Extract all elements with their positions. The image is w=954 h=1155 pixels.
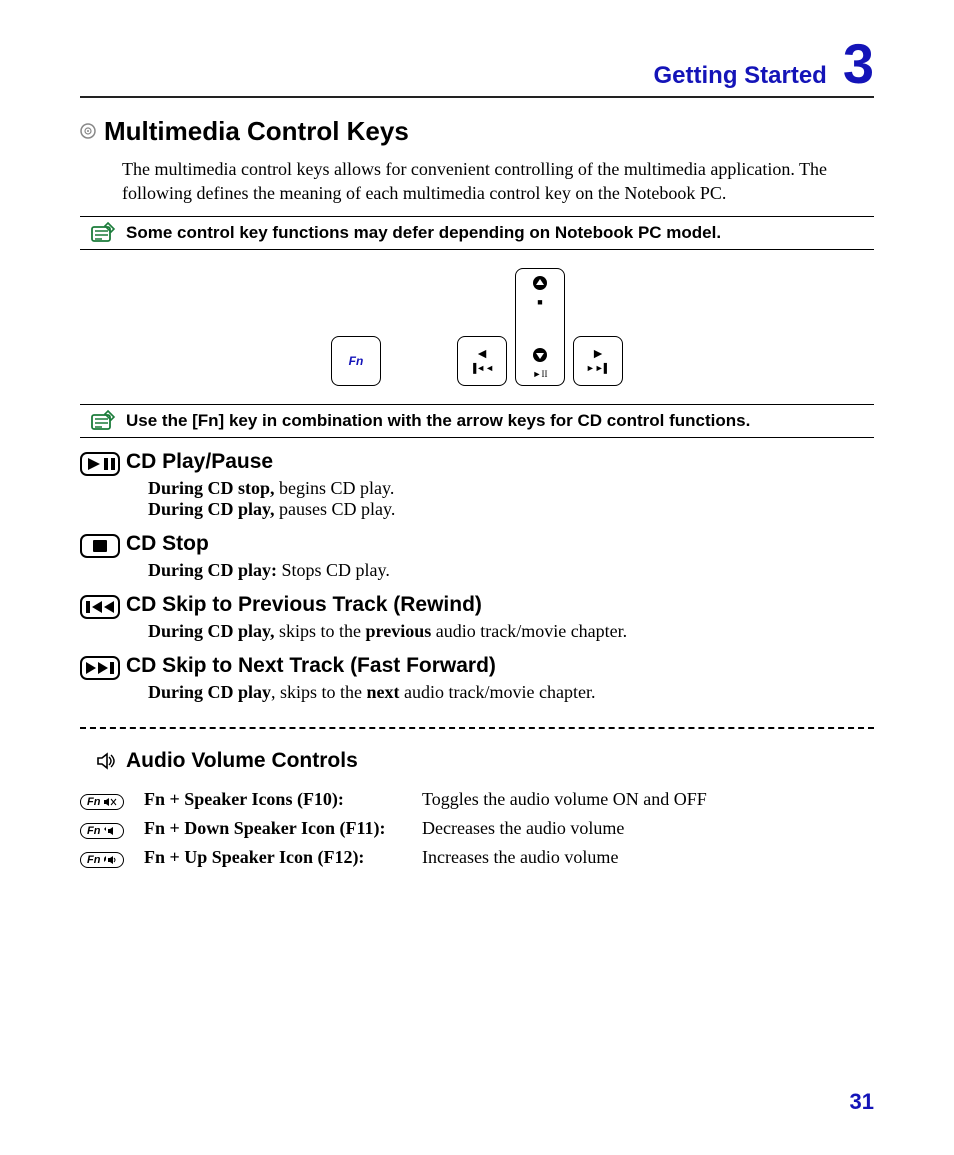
feature-stop-desc: During CD play: Stops CD play. (148, 560, 874, 581)
feature-next: CD Skip to Next Track (Fast Forward) Dur… (80, 654, 874, 703)
feature-stop-title: CD Stop (126, 532, 874, 556)
audio-row-label: Fn + Speaker Icons (F10): (144, 785, 422, 814)
left-arrow-icon: ◄ (475, 348, 489, 362)
main-section-intro: The multimedia control keys allows for c… (122, 157, 874, 206)
feature-play-pause: CD Play/Pause During CD stop, begins CD … (80, 450, 874, 520)
audio-row-label: Fn + Down Speaker Icon (F11): (144, 814, 422, 843)
stop-icon: ■ (537, 298, 542, 307)
prev-track-button-icon (80, 595, 120, 619)
feature-prev-desc: During CD play, skips to the previous au… (148, 621, 874, 642)
play-pause-button-icon (80, 452, 120, 476)
feature-prev: CD Skip to Previous Track (Rewind) Durin… (80, 593, 874, 642)
note-model-text: Some control key functions may defer dep… (126, 223, 721, 243)
right-arrow-key: ► ►►▌ (573, 336, 623, 386)
feature-next-desc: During CD play, skips to the next audio … (148, 682, 874, 703)
note-icon (88, 221, 116, 245)
main-section-title: Multimedia Control Keys (104, 116, 409, 147)
fn-speaker-up-icon: Fn (80, 852, 124, 868)
disc-icon (80, 123, 96, 139)
page-header: Getting Started 3 (80, 36, 874, 98)
left-arrow-key: ◄ ▐◄◄ (457, 336, 507, 386)
feature-play-pause-desc: During CD stop, begins CD play. During C… (148, 478, 874, 520)
audio-row-label: Fn + Up Speaker Icon (F12): (144, 843, 422, 872)
feature-prev-title: CD Skip to Previous Track (Rewind) (126, 593, 874, 617)
fn-key: Fn (331, 336, 381, 386)
fn-speaker-toggle-icon: Fn (80, 794, 124, 810)
right-arrow-icon: ► (591, 348, 605, 362)
next-track-button-icon (80, 656, 120, 680)
note-fn-combo-text: Use the [Fn] key in combination with the… (126, 411, 750, 431)
speaker-icon (96, 751, 116, 771)
prev-track-icon: ▐◄◄ (470, 364, 494, 373)
table-row: Fn Fn + Up Speaker Icon (F12): Increases… (80, 843, 715, 872)
note-fn-combo: Use the [Fn] key in combination with the… (80, 404, 874, 438)
section-divider (80, 727, 874, 729)
up-down-arrow-key: ■ ►II (515, 268, 565, 386)
play-pause-icon: ►II (533, 370, 548, 379)
chapter-number: 3 (843, 36, 874, 92)
down-arrow-icon (532, 347, 548, 368)
feature-play-pause-title: CD Play/Pause (126, 450, 874, 474)
header-title: Getting Started (654, 62, 827, 96)
stop-button-icon (80, 534, 120, 558)
next-track-icon: ►►▌ (586, 364, 610, 373)
audio-section-heading: Audio Volume Controls (80, 749, 874, 773)
up-arrow-icon (532, 275, 548, 296)
fn-key-label: Fn (349, 354, 364, 368)
audio-row-desc: Decreases the audio volume (422, 814, 715, 843)
keyboard-figure: Fn ◄ ▐◄◄ ■ ►II ► ►►▌ (80, 268, 874, 386)
audio-row-desc: Toggles the audio volume ON and OFF (422, 785, 715, 814)
feature-stop: CD Stop During CD play: Stops CD play. (80, 532, 874, 581)
feature-next-title: CD Skip to Next Track (Fast Forward) (126, 654, 874, 678)
table-row: Fn Fn + Speaker Icons (F10): Toggles the… (80, 785, 715, 814)
fn-speaker-down-icon: Fn (80, 823, 124, 839)
audio-row-desc: Increases the audio volume (422, 843, 715, 872)
audio-controls-table: Fn Fn + Speaker Icons (F10): Toggles the… (80, 785, 715, 872)
table-row: Fn Fn + Down Speaker Icon (F11): Decreas… (80, 814, 715, 843)
audio-section-title: Audio Volume Controls (126, 749, 358, 773)
note-icon (88, 409, 116, 433)
note-model: Some control key functions may defer dep… (80, 216, 874, 250)
page-number: 31 (850, 1089, 874, 1115)
section-heading-row: Multimedia Control Keys (80, 108, 874, 153)
